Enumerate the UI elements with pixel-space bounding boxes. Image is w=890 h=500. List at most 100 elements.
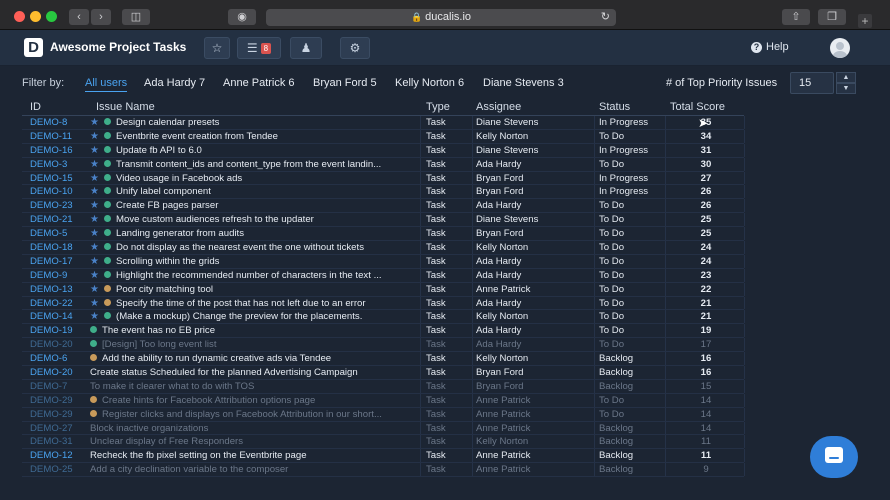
priority-star-icon[interactable]: ★	[90, 242, 104, 254]
issue-name[interactable]: Block inactive organizations	[90, 423, 418, 435]
issue-name[interactable]: Unclear display of Free Responders	[90, 436, 418, 448]
priority-star-icon[interactable]: ★	[90, 311, 104, 323]
priority-star-icon[interactable]: ★	[90, 117, 104, 129]
issue-id-link[interactable]: DEMO-25	[30, 464, 90, 476]
issue-id-link[interactable]: DEMO-14	[30, 311, 90, 323]
backlog-view-button[interactable]: ☰ 8	[237, 37, 281, 59]
table-row[interactable]: DEMO-9 ★ Highlight the recommended number …	[22, 268, 745, 283]
table-row[interactable]: DEMO-20 Create status Scheduled for the p…	[22, 366, 745, 380]
issue-name[interactable]: ★ Specify the time of the post that has n…	[90, 298, 418, 310]
issue-id-link[interactable]: DEMO-29	[30, 395, 90, 407]
column-total-score[interactable]: Total Score	[670, 101, 725, 113]
issue-name[interactable]: ★ Scrolling within the grids	[90, 256, 418, 268]
column-status[interactable]: Status	[599, 101, 630, 113]
issue-name[interactable]: Create hints for Facebook Attribution op…	[90, 395, 418, 407]
table-row[interactable]: DEMO-25 Add a city declination variable t…	[22, 463, 745, 478]
table-row[interactable]: DEMO-8 ★ Design calendar presets Task Diane …	[22, 116, 745, 130]
table-row[interactable]: DEMO-21 ★ Move custom audiences refresh to…	[22, 213, 745, 228]
issue-name[interactable]: Add a city declination variable to the c…	[90, 464, 418, 476]
top-priority-input[interactable]: 15	[790, 72, 834, 94]
priority-star-icon[interactable]: ★	[90, 256, 104, 268]
issue-id-link[interactable]: DEMO-8	[30, 117, 90, 129]
table-row[interactable]: DEMO-3 ★ Transmit content_ids and content_…	[22, 157, 745, 172]
issue-name[interactable]: ★ Transmit content_ids and content_type f…	[90, 159, 418, 171]
reload-icon[interactable]: ↻	[601, 9, 610, 26]
priority-star-icon[interactable]: ★	[90, 298, 104, 310]
issue-name[interactable]: ★ Poor city matching tool	[90, 284, 418, 296]
table-row[interactable]: DEMO-13 ★ Poor city matching tool Task Anne …	[22, 282, 745, 297]
issue-name[interactable]: ★ Create FB pages parser	[90, 200, 418, 212]
table-row[interactable]: DEMO-14 ★ (Make a mockup) Change the previ…	[22, 310, 745, 325]
issue-id-link[interactable]: DEMO-5	[30, 228, 90, 240]
table-row[interactable]: DEMO-7 To make it clearer what to do with…	[22, 379, 745, 394]
table-row[interactable]: DEMO-15 ★ Video usage in Facebook ads Task B…	[22, 171, 745, 186]
issue-id-link[interactable]: DEMO-9	[30, 270, 90, 282]
issue-id-link[interactable]: DEMO-20	[30, 339, 90, 351]
column-assignee[interactable]: Assignee	[476, 101, 521, 113]
priority-star-icon[interactable]: ★	[90, 145, 104, 157]
decrement-icon[interactable]: ▼	[836, 83, 856, 94]
issue-id-link[interactable]: DEMO-17	[30, 256, 90, 268]
table-row[interactable]: DEMO-23 ★ Create FB pages parser Task Ada Ha…	[22, 199, 745, 214]
table-row[interactable]: DEMO-12 Recheck the fb pixel setting on t…	[22, 449, 745, 464]
issue-id-link[interactable]: DEMO-12	[30, 450, 90, 462]
issue-name[interactable]: ★ Highlight the recommended number of cha…	[90, 270, 418, 282]
url-bar[interactable]: 🔒 ducalis.io ↻	[266, 9, 616, 26]
help-link[interactable]: ? Help	[751, 41, 789, 53]
issue-id-link[interactable]: DEMO-19	[30, 325, 90, 337]
table-row[interactable]: DEMO-29 Register clicks and displays on F…	[22, 407, 745, 422]
issue-name[interactable]: The event has no EB price	[90, 325, 418, 337]
issue-name[interactable]: [Design] Too long event list	[90, 339, 418, 351]
issue-id-link[interactable]: DEMO-31	[30, 436, 90, 448]
issue-name[interactable]: Register clicks and displays on Facebook…	[90, 409, 418, 421]
minimize-window-button[interactable]	[30, 11, 41, 22]
maximize-window-button[interactable]	[46, 11, 57, 22]
team-button[interactable]: ♟	[290, 37, 322, 59]
table-row[interactable]: DEMO-17 ★ Scrolling within the grids Task Ad…	[22, 254, 745, 269]
sidebar-toggle-icon[interactable]: ◫	[122, 9, 150, 25]
priority-star-icon[interactable]: ★	[90, 186, 104, 198]
priority-star-icon[interactable]: ★	[90, 159, 104, 171]
column-id[interactable]: ID	[30, 101, 41, 113]
filter-bryan-ford[interactable]: Bryan Ford 5	[313, 77, 377, 89]
forward-icon[interactable]: ›	[91, 9, 111, 25]
table-row[interactable]: DEMO-20 [Design] Too long event list Task A…	[22, 338, 745, 353]
issue-id-link[interactable]: DEMO-6	[30, 353, 90, 365]
issue-id-link[interactable]: DEMO-11	[30, 131, 90, 143]
user-avatar[interactable]	[830, 38, 850, 58]
table-row[interactable]: DEMO-27 Block inactive organizations Task A…	[22, 421, 745, 436]
back-icon[interactable]: ‹	[69, 9, 89, 25]
table-row[interactable]: DEMO-19 The event has no EB price Task Ada …	[22, 324, 745, 339]
priority-star-icon[interactable]: ★	[90, 284, 104, 296]
issue-name[interactable]: Recheck the fb pixel setting on the Even…	[90, 450, 418, 462]
issue-id-link[interactable]: DEMO-7	[30, 381, 90, 393]
filter-all-users[interactable]: All users	[85, 77, 128, 92]
issue-name[interactable]: ★ Video usage in Facebook ads	[90, 173, 418, 185]
filter-kelly-norton[interactable]: Kelly Norton 6	[395, 77, 464, 89]
column-issue-name[interactable]: Issue Name	[96, 101, 155, 113]
tabs-overview-icon[interactable]: ❐	[818, 9, 846, 25]
issue-name[interactable]: Create status Scheduled for the planned …	[90, 367, 418, 379]
issue-id-link[interactable]: DEMO-13	[30, 284, 90, 296]
filter-diane-stevens[interactable]: Diane Stevens 3	[483, 77, 564, 89]
table-row[interactable]: DEMO-11 ★ Eventbrite event creation from T…	[22, 129, 745, 144]
issue-id-link[interactable]: DEMO-15	[30, 173, 90, 185]
table-row[interactable]: DEMO-6 Add the ability to run dynamic cre…	[22, 352, 745, 367]
issue-name[interactable]: ★ Design calendar presets	[90, 117, 418, 129]
issue-id-link[interactable]: DEMO-23	[30, 200, 90, 212]
table-row[interactable]: DEMO-22 ★ Specify the time of the post tha…	[22, 296, 745, 311]
table-row[interactable]: DEMO-10 ★ Unify label component Task Bryan F…	[22, 185, 745, 200]
issue-name[interactable]: ★ Update fb API to 6.0	[90, 145, 418, 157]
table-row[interactable]: DEMO-31 Unclear display of Free Responder…	[22, 435, 745, 450]
issue-id-link[interactable]: DEMO-22	[30, 298, 90, 310]
filter-ada-hardy[interactable]: Ada Hardy 7	[144, 77, 205, 89]
increment-icon[interactable]: ▲	[836, 72, 856, 83]
issue-id-link[interactable]: DEMO-16	[30, 145, 90, 157]
priority-star-icon[interactable]: ★	[90, 173, 104, 185]
issue-name[interactable]: ★ Unify label component	[90, 186, 418, 198]
issue-name[interactable]: ★ (Make a mockup) Change the preview for …	[90, 311, 418, 323]
issue-name[interactable]: ★ Eventbrite event creation from Tendee	[90, 131, 418, 143]
priority-star-icon[interactable]: ★	[90, 228, 104, 240]
issue-name[interactable]: To make it clearer what to do with TOS	[90, 381, 418, 393]
favorite-star-button[interactable]: ☆	[204, 37, 230, 59]
